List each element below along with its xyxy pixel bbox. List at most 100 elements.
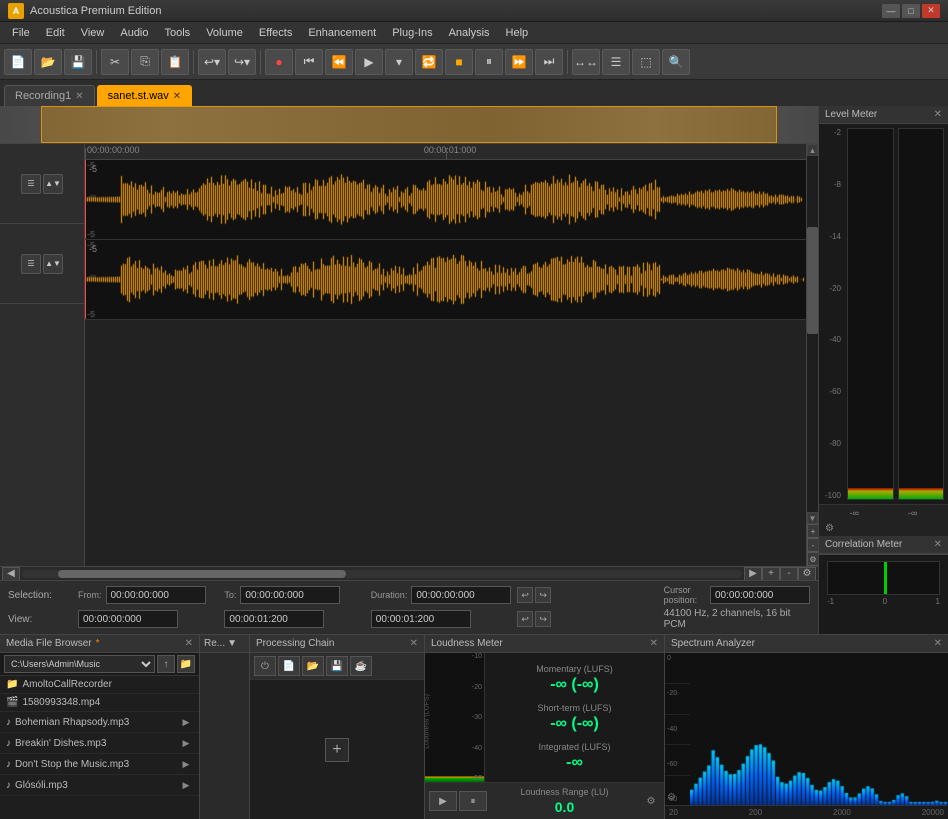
cursor-position[interactable] <box>710 586 810 604</box>
track1-icon2[interactable]: ▲▼ <box>43 174 63 194</box>
menu-item-volume[interactable]: Volume <box>198 25 251 41</box>
overview-selection[interactable] <box>41 106 777 143</box>
path-up-btn[interactable]: ↑ <box>157 655 175 673</box>
path-dropdown[interactable]: C:\Users\Admin\Music <box>4 655 155 673</box>
play-bohemian[interactable]: ▶ <box>179 715 193 729</box>
redo-button[interactable]: ↪▾ <box>228 49 256 75</box>
view-undo[interactable]: ↩ <box>517 611 533 627</box>
view-duration[interactable] <box>371 610 471 628</box>
cut-button[interactable]: ✂ <box>101 49 129 75</box>
paste-button[interactable]: 📋 <box>161 49 189 75</box>
loudness-meter-close[interactable]: ✕ <box>650 638 658 649</box>
view-to[interactable] <box>224 610 324 628</box>
file-item-dontStop[interactable]: ♪ Don't Stop the Music.mp3 ▶ <box>0 754 199 775</box>
hscroll-thumb[interactable] <box>58 570 346 578</box>
chain-save[interactable]: 💾 <box>326 656 348 676</box>
go-start-button[interactable]: ⏮ <box>295 49 323 75</box>
track1-icon1[interactable]: ☰ <box>21 174 41 194</box>
view-button[interactable]: ☰ <box>602 49 630 75</box>
new-button[interactable]: 📄 <box>4 49 32 75</box>
track1-waveform[interactable]: -5 <box>85 160 806 240</box>
loudness-pause-btn[interactable]: ⏸ <box>459 791 487 811</box>
zoom-button[interactable]: 🔍 <box>662 49 690 75</box>
track2-icon2[interactable]: ▲▼ <box>43 254 63 274</box>
zoom-out-h[interactable]: - <box>780 567 798 581</box>
file-item-amolto[interactable]: 📁 AmoltoCallRecorder <box>0 676 199 694</box>
track-content[interactable]: 00:00:00:000 00:00:01:000 <box>85 144 806 566</box>
play-button[interactable]: ▶ <box>355 49 383 75</box>
menu-item-audio[interactable]: Audio <box>112 25 156 41</box>
fast-forward-button[interactable]: ⏩ <box>505 49 533 75</box>
zoom-settings-h[interactable]: ⚙ <box>798 567 816 581</box>
pause-button[interactable]: ⏸ <box>475 49 503 75</box>
chain-add-button[interactable]: + <box>325 738 349 762</box>
record-button[interactable]: ● <box>265 49 293 75</box>
play-dropdown-button[interactable]: ▾ <box>385 49 413 75</box>
loudness-play-btn[interactable]: ▶ <box>429 791 457 811</box>
menu-item-enhancement[interactable]: Enhancement <box>300 25 384 41</box>
undo-button[interactable]: ↩▾ <box>198 49 226 75</box>
path-folder-btn[interactable]: 📁 <box>177 655 195 673</box>
menu-item-help[interactable]: Help <box>498 25 537 41</box>
maximize-button[interactable]: □ <box>902 4 920 18</box>
play-breakin[interactable]: ▶ <box>179 736 193 750</box>
tab-recording1-close[interactable]: ✕ <box>75 91 83 102</box>
horizontal-scrollbar[interactable]: ◀ ▶ + - ⚙ <box>0 566 818 580</box>
vertical-scrollbar[interactable]: ▲ ▼ + - ⚙ <box>806 144 818 566</box>
view-from[interactable] <box>78 610 178 628</box>
menu-item-plug-ins[interactable]: Plug-Ins <box>384 25 440 41</box>
minimize-button[interactable]: — <box>882 4 900 18</box>
hscroll-track[interactable] <box>22 570 742 578</box>
correlation-meter-close[interactable]: ✕ <box>934 539 942 550</box>
menu-item-file[interactable]: File <box>4 25 38 41</box>
chain-open[interactable]: 📂 <box>302 656 324 676</box>
vscroll-up[interactable]: ▲ <box>807 144 818 156</box>
processing-chain-close[interactable]: ✕ <box>410 638 418 649</box>
media-file-list[interactable]: 📁 AmoltoCallRecorder 🎬 1580993348.mp4 ♪ … <box>0 676 199 819</box>
view-redo[interactable]: ↪ <box>535 611 551 627</box>
vscroll-thumb[interactable] <box>807 227 818 334</box>
file-item-bohemian[interactable]: ♪ Bohemian Rhapsody.mp3 ▶ <box>0 712 199 733</box>
vscroll-track[interactable] <box>807 156 818 512</box>
loudness-settings-btn[interactable]: ⚙ <box>642 792 660 810</box>
selection-undo[interactable]: ↩ <box>517 587 533 603</box>
scroll-right[interactable]: ▶ <box>744 567 762 581</box>
zoom-out-v[interactable]: - <box>807 538 818 552</box>
menu-item-view[interactable]: View <box>73 25 113 41</box>
level-meter-close[interactable]: ✕ <box>934 109 942 120</box>
menu-item-edit[interactable]: Edit <box>38 25 73 41</box>
selection-from[interactable] <box>106 586 206 604</box>
chain-coffee[interactable]: ☕ <box>350 656 372 676</box>
menu-item-analysis[interactable]: Analysis <box>441 25 498 41</box>
file-item-breakin[interactable]: ♪ Breakin' Dishes.mp3 ▶ <box>0 733 199 754</box>
vscroll-down[interactable]: ▼ <box>807 512 818 524</box>
tab-sanet[interactable]: sanet.st.wav ✕ <box>97 85 193 106</box>
play-glosoli[interactable]: ▶ <box>179 778 193 792</box>
track2-waveform[interactable]: -5 <box>85 240 806 320</box>
chain-new[interactable]: 📄 <box>278 656 300 676</box>
zoom-in-v[interactable]: + <box>807 524 818 538</box>
scroll-left[interactable]: ◀ <box>2 567 20 581</box>
rewind-button[interactable]: ⏪ <box>325 49 353 75</box>
tab-sanet-close[interactable]: ✕ <box>173 91 181 102</box>
go-end-button[interactable]: ⏭ <box>535 49 563 75</box>
select-button[interactable]: ⬚ <box>632 49 660 75</box>
spectrum-analyzer-close[interactable]: ✕ <box>934 638 942 649</box>
media-browser-close[interactable]: ✕ <box>185 638 193 649</box>
close-button[interactable]: ✕ <box>922 4 940 18</box>
selection-to[interactable] <box>240 586 340 604</box>
loop-button[interactable]: 🔁 <box>415 49 443 75</box>
overview-waveform[interactable] <box>0 106 818 144</box>
tab-recording1[interactable]: Recording1 ✕ <box>4 85 95 106</box>
track2-icon1[interactable]: ☰ <box>21 254 41 274</box>
save-button[interactable]: 💾 <box>64 49 92 75</box>
spectrum-settings[interactable]: ⚙ <box>667 791 676 803</box>
chain-power[interactable]: ⏻ <box>254 656 276 676</box>
copy-button[interactable]: ⎘ <box>131 49 159 75</box>
file-item-glosoli[interactable]: ♪ Glósóli.mp3 ▶ <box>0 775 199 796</box>
level-settings-icon[interactable]: ⚙ <box>825 523 834 534</box>
play-dontStop[interactable]: ▶ <box>179 757 193 771</box>
zoom-in-h[interactable]: + <box>762 567 780 581</box>
selection-redo[interactable]: ↪ <box>535 587 551 603</box>
stop-button[interactable]: ■ <box>445 49 473 75</box>
